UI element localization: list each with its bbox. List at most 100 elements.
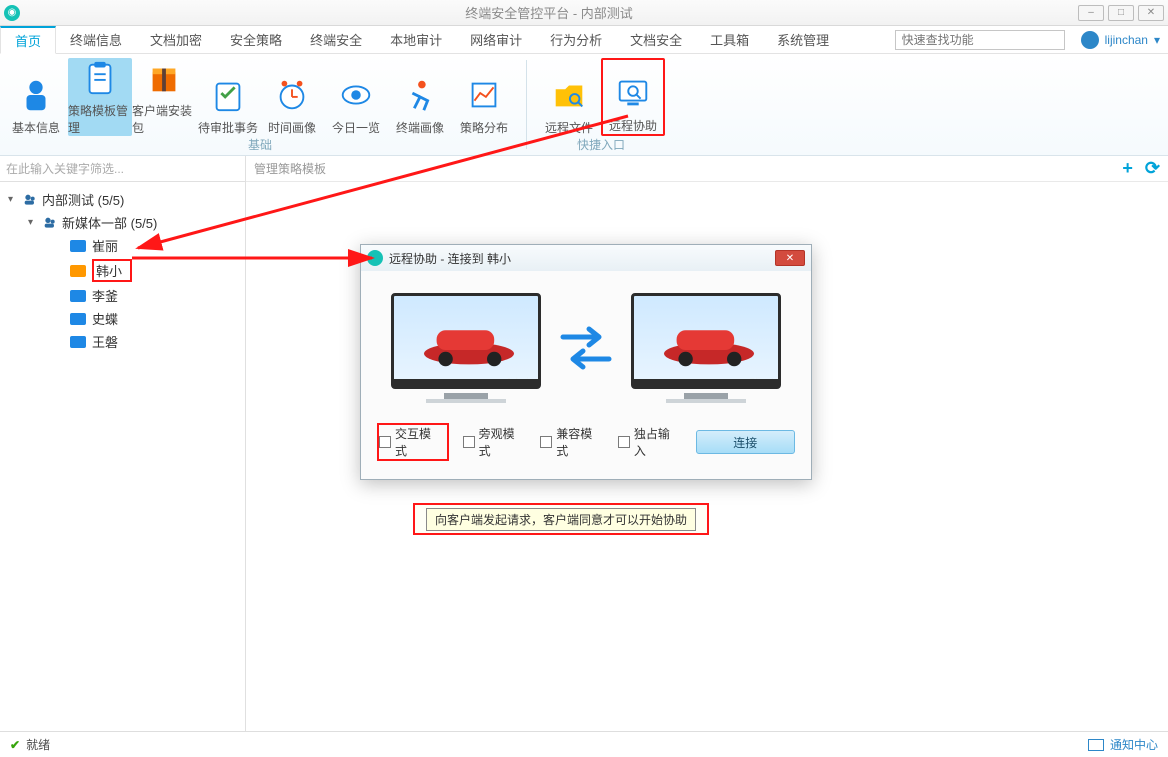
tree-root[interactable]: ▾ 内部测试 (5/5) [2,188,243,211]
terminal-status-icon [70,313,86,325]
user-icon [16,75,56,115]
ribbon-item-clipboard[interactable]: 策略模板管理 [68,58,132,136]
status-bar: ✔ 就绪 通知中心 [0,731,1168,757]
tree-group[interactable]: ▾ 新媒体一部 (5/5) [22,211,243,234]
title-bar: ◉ 终端安全管控平台 - 内部测试 – □ ✕ [0,0,1168,26]
mode-label: 旁观模式 [479,425,527,459]
tab-doc-encrypt[interactable]: 文档加密 [136,26,216,53]
ribbon-item-chart[interactable]: 策略分布 [452,58,516,136]
avatar-icon [1081,31,1099,49]
add-button[interactable]: + [1122,158,1133,179]
tab-security-policy[interactable]: 安全策略 [216,26,296,53]
terminal-status-icon [70,240,86,252]
person-run-icon [400,75,440,115]
eye-icon [336,75,376,115]
window-title: 终端安全管控平台 - 内部测试 [20,3,1078,22]
mode-label: 兼容模式 [556,425,604,459]
ribbon-item-user[interactable]: 基本信息 [4,58,68,136]
mode-checkbox[interactable]: 旁观模式 [463,425,527,459]
tab-terminal-security[interactable]: 终端安全 [296,26,376,53]
close-window-button[interactable]: ✕ [1138,5,1164,21]
mode-label: 交互模式 [395,425,443,459]
ribbon-item-label: 时间画像 [268,119,316,136]
ribbon-group-basic: 基本信息策略模板管理客户端安装包待审批事务时间画像今日一览终端画像策略分布 基础 [0,54,520,155]
maximize-button[interactable]: □ [1108,5,1134,21]
username-label: lijinchan [1105,33,1148,47]
filter-placeholder: 在此输入关键字筛选... [6,160,124,177]
sidebar: 在此输入关键字筛选... ▾ 内部测试 (5/5) ▾ 新媒体一部 (5/5) … [0,156,246,731]
dialog-app-icon [367,250,383,266]
ribbon-item-person-run[interactable]: 终端画像 [388,58,452,136]
ribbon-divider [526,60,527,149]
ribbon-item-monitor-search[interactable]: 远程协助 [601,58,665,136]
ribbon-item-label: 基本信息 [12,119,60,136]
tree-leaf[interactable]: 王磐 [42,330,243,353]
folder-search-icon [549,75,589,115]
remote-assist-dialog: 远程协助 - 连接到 韩小 ✕ Admin Client [360,244,812,480]
ribbon-item-package[interactable]: 客户端安装包 [132,58,196,136]
tree-leaf[interactable]: 史蝶 [42,307,243,330]
tab-home[interactable]: 首页 [0,26,56,54]
ribbon-item-folder-search[interactable]: 远程文件 [537,58,601,136]
tab-doc-security[interactable]: 文档安全 [616,26,696,53]
ribbon-item-label: 策略模板管理 [68,102,132,136]
ribbon-group-quick: 远程文件远程协助 快捷入口 [533,54,669,155]
tree-filter-input[interactable]: 在此输入关键字筛选... [0,156,245,182]
checkbox-icon [379,436,391,448]
connect-button[interactable]: 连接 [696,430,795,454]
user-menu[interactable]: lijinchan ▾ [1073,31,1168,49]
group-icon [42,215,58,231]
clipboard-icon [80,58,120,98]
ribbon-item-clock[interactable]: 时间画像 [260,58,324,136]
ribbon-item-label: 远程协助 [609,117,657,134]
tab-toolbox[interactable]: 工具箱 [696,26,763,53]
tab-system[interactable]: 系统管理 [763,26,843,53]
admin-monitor-icon: Admin [391,293,541,389]
mode-checkbox[interactable]: 独占输入 [618,425,682,459]
sync-arrows-icon [559,326,613,370]
tree-leaf[interactable]: 韩小 [42,257,243,284]
mode-checkbox[interactable]: 兼容模式 [540,425,604,459]
refresh-button[interactable]: ⟳ [1145,158,1160,179]
dialog-close-button[interactable]: ✕ [775,250,805,266]
tab-terminal-info[interactable]: 终端信息 [56,26,136,53]
tab-local-audit[interactable]: 本地审计 [376,26,456,53]
content-title: 管理策略模板 [254,160,326,177]
ribbon-item-task[interactable]: 待审批事务 [196,58,260,136]
org-tree: ▾ 内部测试 (5/5) ▾ 新媒体一部 (5/5) 崔丽韩小李釜史蝶王磐 [0,182,245,359]
app-icon: ◉ [4,5,20,21]
status-ok-icon: ✔ [10,738,20,752]
mode-checkbox[interactable]: 交互模式 [377,423,449,461]
client-monitor-icon: Client [631,293,781,389]
ribbon-item-label: 远程文件 [545,119,593,136]
terminal-status-icon [70,290,86,302]
package-icon [144,58,184,98]
clock-icon [272,75,312,115]
collapse-icon[interactable]: ▾ [8,194,18,205]
client-label: Client [748,377,774,388]
quick-search-input[interactable] [895,30,1065,50]
ribbon-item-label: 待审批事务 [198,119,258,136]
mail-icon [1088,739,1104,751]
tree-leaf[interactable]: 崔丽 [42,234,243,257]
checkbox-icon [618,436,630,448]
group-icon [22,192,38,208]
ribbon-item-label: 策略分布 [460,119,508,136]
ribbon-group-label: 快捷入口 [537,136,665,155]
notify-center-button[interactable]: 通知中心 [1088,736,1158,753]
ribbon-group-label: 基础 [4,136,516,155]
status-text: 就绪 [26,736,50,753]
tab-behavior[interactable]: 行为分析 [536,26,616,53]
task-icon [208,75,248,115]
collapse-icon[interactable]: ▾ [28,217,38,228]
checkbox-icon [540,436,552,448]
ribbon-item-label: 终端画像 [396,119,444,136]
tree-leaf[interactable]: 李釜 [42,284,243,307]
chart-icon [464,75,504,115]
monitor-search-icon [613,73,653,113]
minimize-button[interactable]: – [1078,5,1104,21]
tree-leaf-label: 韩小 [92,259,132,282]
dialog-titlebar[interactable]: 远程协助 - 连接到 韩小 ✕ [361,245,811,271]
ribbon-item-eye[interactable]: 今日一览 [324,58,388,136]
tab-network-audit[interactable]: 网络审计 [456,26,536,53]
